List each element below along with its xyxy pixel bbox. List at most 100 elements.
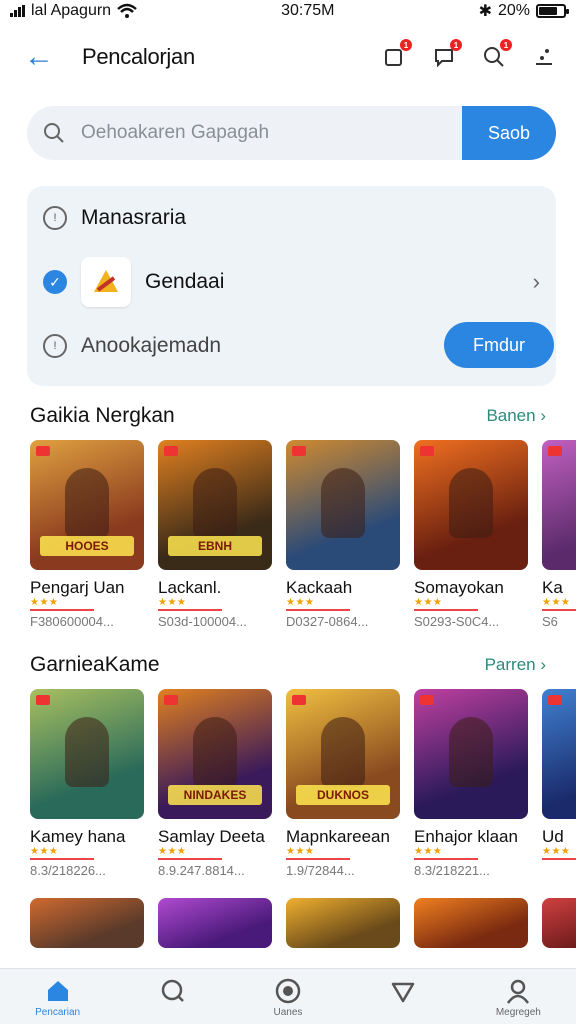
filter-card: ! Manasraria ✓ Gendaai › ! Anookajemadn … xyxy=(27,186,556,386)
nav-search[interactable] xyxy=(133,977,213,1007)
game-card[interactable]: HOOES Pengarj Uan ★★★ F380600004... xyxy=(30,440,144,629)
game-title: Kamey hana xyxy=(30,827,126,846)
rating-stars-icon: ★★★ xyxy=(542,847,576,860)
game-card[interactable]: Somayokan ★★★ S0293-S0C4... xyxy=(414,440,528,629)
status-bar: lal Apagurn 30:75M ✱ 20% xyxy=(0,0,576,22)
character-figure xyxy=(321,717,365,787)
game-title: Somayokan xyxy=(414,578,504,597)
search-icon[interactable]: 1 xyxy=(482,39,512,69)
find-button[interactable]: Fmdur xyxy=(444,322,554,368)
nav-games[interactable]: Uanes xyxy=(248,977,328,1018)
game-meta: 8.3/218221... xyxy=(414,863,490,878)
filter-row-selected-game[interactable]: ✓ Gendaai › xyxy=(43,250,540,314)
game-thumbnail xyxy=(542,898,576,948)
square-icon[interactable]: 1 xyxy=(382,39,412,69)
game-meta: F380600004... xyxy=(30,614,114,629)
game-thumbnail: HOOES xyxy=(30,440,144,570)
game-thumbnail xyxy=(30,689,144,819)
section-title: Gaikia Nergkan xyxy=(30,404,175,427)
checkmark-icon: ✓ xyxy=(43,270,67,294)
rating-stars-icon: ★★★ xyxy=(414,598,528,611)
game-card[interactable]: EBNH Lackanl. ★★★ S03d-100004... xyxy=(158,440,272,629)
new-tag xyxy=(36,695,50,705)
game-card[interactable]: Ud ★★★ xyxy=(542,689,576,878)
character-figure xyxy=(449,468,493,538)
game-card[interactable]: Enhajor klaan ★★★ 8.3/218221... xyxy=(414,689,528,878)
game-card[interactable] xyxy=(286,898,400,948)
game-card[interactable]: DUKNOS Mapnkareean ★★★ 1.9/72844... xyxy=(286,689,400,878)
rating-stars-icon: ★★★ xyxy=(158,598,272,611)
see-all-link[interactable]: Parren › xyxy=(485,655,546,675)
search-badge: 1 xyxy=(500,39,512,51)
new-tag xyxy=(164,695,178,705)
search-input[interactable] xyxy=(81,122,462,144)
game-title: Kackaah xyxy=(286,578,353,597)
selected-game-label: Gendaai xyxy=(145,270,225,293)
game-card[interactable]: NINDAKES Samlay Deeta ★★★ 8.9.247.8814... xyxy=(158,689,272,878)
nav-profile[interactable]: Megregeh xyxy=(478,977,558,1018)
game-thumbnail: DUKNOS xyxy=(286,689,400,819)
rating-stars-icon: ★★★ xyxy=(286,598,400,611)
game-logo-banner: HOOES xyxy=(40,536,134,556)
game-meta: 8.9.247.8814... xyxy=(158,863,245,878)
game-title: Samlay Deeta xyxy=(158,827,265,846)
game-card[interactable] xyxy=(542,898,576,948)
game-meta: 1.9/72844... xyxy=(286,863,355,878)
nav-favorites[interactable] xyxy=(363,977,443,1007)
see-all-label: Parren xyxy=(484,655,536,674)
bluetooth-icon: ✱ xyxy=(478,3,492,20)
game-card[interactable] xyxy=(414,898,528,948)
game-thumbnail: NINDAKES xyxy=(158,689,272,819)
chat-icon[interactable]: 1 xyxy=(432,39,462,69)
game-title: Ka xyxy=(542,578,563,597)
nav-label: Uanes xyxy=(273,1007,303,1018)
character-figure xyxy=(449,717,493,787)
character-figure xyxy=(65,468,109,538)
game-logo-banner: EBNH xyxy=(168,536,262,556)
back-arrow-icon[interactable]: ← xyxy=(24,40,64,74)
radio-icon: ! xyxy=(43,206,67,230)
character-figure xyxy=(321,468,365,538)
game-logo-banner: DUKNOS xyxy=(296,785,390,805)
profile-icon xyxy=(507,979,530,1004)
chat-badge: 1 xyxy=(450,39,462,51)
game-card[interactable]: Kackaah ★★★ D0327-0864... xyxy=(286,440,400,629)
app-bar-actions: 1 1 1 xyxy=(382,39,556,69)
game-thumbnail xyxy=(158,898,272,948)
game-meta: S6 xyxy=(542,614,558,629)
new-tag xyxy=(420,695,434,705)
game-card[interactable] xyxy=(158,898,272,948)
battery-icon xyxy=(536,4,569,18)
game-card[interactable] xyxy=(30,898,144,948)
game-row: Kamey hana ★★★ 8.3/218226... NINDAKES Samlay… xyxy=(0,689,576,878)
app-bar: ← Pencalorjan 1 1 1 xyxy=(0,22,576,92)
game-title: Ud xyxy=(542,827,564,846)
rating-stars-icon: ★★★ xyxy=(286,847,400,860)
game-meta: S0293-S0C4... xyxy=(414,614,500,629)
game-meta: D0327-0864... xyxy=(286,614,369,629)
search-bar: Saob xyxy=(27,106,556,160)
game-thumbnail xyxy=(414,689,528,819)
section-header: Gaikia Nergkan Banen › xyxy=(0,394,576,438)
game-app-icon xyxy=(81,257,131,307)
nav-home[interactable]: Pencarian xyxy=(18,977,98,1018)
game-title: Pengarj Uan xyxy=(30,578,125,597)
game-thumbnail xyxy=(286,898,400,948)
page-title: Pencalorjan xyxy=(82,44,195,69)
character-figure xyxy=(65,717,109,787)
filter-row-category[interactable]: ! Manasraria xyxy=(43,186,540,250)
game-card[interactable]: Kamey hana ★★★ 8.3/218226... xyxy=(30,689,144,878)
radio-icon: ! xyxy=(43,334,67,358)
game-thumbnail xyxy=(30,898,144,948)
new-tag xyxy=(36,446,50,456)
more-icon[interactable] xyxy=(532,45,556,69)
see-all-link[interactable]: Banen › xyxy=(486,406,546,426)
game-thumbnail xyxy=(414,898,528,948)
search-button[interactable]: Saob xyxy=(462,106,556,160)
search-icon xyxy=(27,121,81,145)
target-icon xyxy=(275,978,301,1004)
clock: 30:75M xyxy=(281,2,335,19)
nav-label: Megregeh xyxy=(495,1007,541,1018)
game-card[interactable]: Ka ★★★ S6 xyxy=(542,440,576,629)
filter-label: Manasraria xyxy=(81,206,187,229)
